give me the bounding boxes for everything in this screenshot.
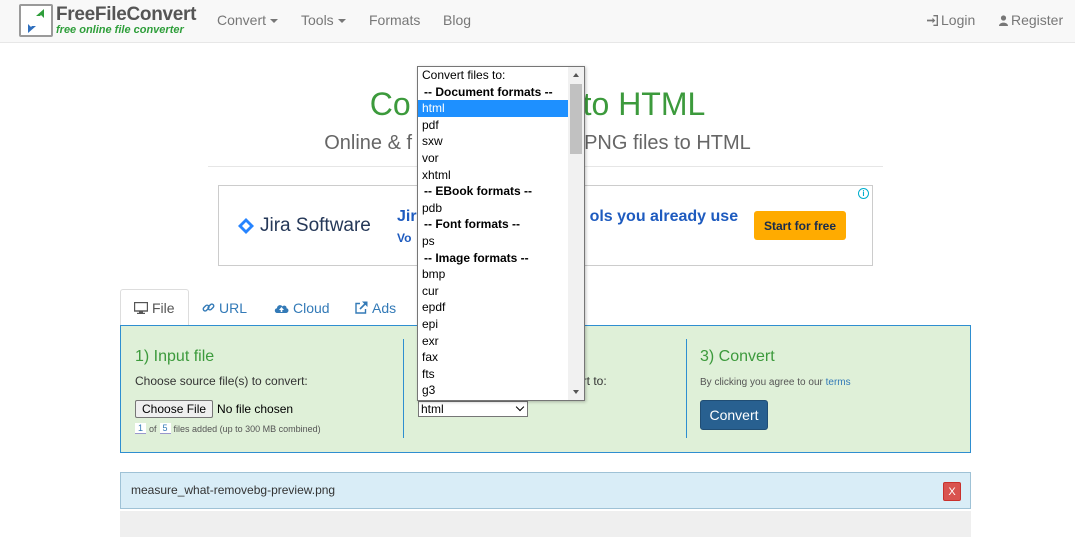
chevron-down-icon [515, 402, 525, 412]
tab-url-label: URL [219, 299, 248, 316]
brand-tagline: free online file converter [56, 24, 184, 36]
file-count-max: 5 [159, 423, 171, 434]
step1-title: 1) Input file [135, 348, 215, 365]
terms-prefix: By clicking you agree to our [700, 377, 823, 388]
no-file-chosen-text: No file chosen [217, 402, 294, 416]
terms-link[interactable]: terms [826, 377, 851, 388]
format-option[interactable]: xhtml [418, 167, 568, 184]
format-option[interactable]: html [418, 100, 568, 117]
external-link-icon [355, 301, 368, 314]
ad-info-icon[interactable]: i [858, 188, 869, 199]
uploaded-file-row: measure_what-removebg-preview.png X [120, 472, 971, 509]
step-divider [403, 339, 404, 438]
format-option[interactable]: bmp [418, 266, 568, 283]
output-format-value: html [421, 402, 444, 416]
format-option[interactable]: vor [418, 150, 568, 167]
format-option[interactable]: fax [418, 349, 568, 366]
ad-headline-left: Jir [397, 208, 417, 225]
nav-convert-dropdown[interactable]: Convert [217, 12, 279, 28]
page-subtitle-left: Online & f [324, 132, 413, 154]
output-format-select[interactable]: html [418, 401, 528, 417]
format-option[interactable]: epi [418, 316, 568, 333]
logo-mark-icon [19, 4, 53, 37]
tab-cloud-label: Cloud [293, 299, 330, 316]
tab-url[interactable]: URL [202, 289, 247, 326]
cloud-upload-icon [274, 304, 289, 313]
site-logo[interactable]: FreeFileConvert free online file convert… [19, 4, 196, 37]
format-group-label: -- Document formats -- [424, 84, 553, 99]
register-link[interactable]: Register [999, 12, 1063, 28]
format-options: Convert files to: -- Document formats -- h… [418, 67, 568, 399]
format-option[interactable]: ps [418, 233, 568, 250]
page-title-left: Co [369, 86, 411, 122]
convert-button[interactable]: Convert [700, 400, 768, 430]
nav-formats-link[interactable]: Formats [369, 12, 420, 28]
ad-headline-right: ols you already use [589, 208, 739, 225]
file-count-suffix: files added (up to 300 MB combined) [173, 423, 321, 434]
monitor-icon [134, 302, 148, 314]
format-option[interactable]: pdf [418, 117, 568, 134]
nav-blog-link[interactable]: Blog [443, 12, 471, 28]
format-option[interactable]: fts [418, 366, 568, 383]
login-link[interactable]: Login [927, 12, 975, 28]
nav-convert-label: Convert [217, 12, 267, 28]
step1-instruction: Choose source file(s) to convert: [135, 374, 308, 388]
format-list-header: Convert files to: [422, 68, 506, 82]
link-icon [202, 303, 215, 312]
ad-brand: Jira Software [238, 215, 371, 237]
choose-file-button[interactable]: Choose File [135, 400, 214, 418]
tab-file-label: File [152, 300, 175, 316]
terms-notice: By clicking you agree to our terms [700, 377, 851, 388]
step-divider [686, 339, 687, 438]
format-option[interactable]: cur [418, 283, 568, 300]
tab-cloud[interactable]: Cloud [274, 289, 330, 326]
caret-down-icon [270, 19, 279, 24]
jira-logo-icon [238, 218, 254, 234]
remove-file-button[interactable]: X [943, 482, 961, 501]
format-dropdown-list[interactable]: Convert files to: -- Document formats -- h… [417, 66, 585, 401]
scroll-up-arrow-icon[interactable] [573, 73, 579, 77]
ad-brand-name: Jira Software [260, 215, 371, 236]
register-label: Register [1011, 12, 1064, 28]
scrollbar-thumb[interactable] [570, 84, 582, 154]
login-label: Login [941, 12, 976, 28]
tab-file[interactable]: File [120, 289, 189, 326]
file-count-of: of [149, 423, 157, 434]
tab-ads[interactable]: Ads [355, 289, 396, 326]
progress-area [120, 511, 971, 537]
format-option[interactable]: g3 [418, 382, 568, 399]
tab-ads-label: Ads [372, 299, 397, 316]
format-group-label: -- Image formats -- [424, 250, 529, 265]
nav-tools-label: Tools [301, 12, 334, 28]
format-group-label: -- EBook formats -- [424, 184, 532, 199]
format-option[interactable]: pdb [418, 200, 568, 217]
file-count: 1 of 5 files added (up to 300 MB combine… [135, 423, 321, 434]
user-icon [999, 14, 1008, 26]
dropdown-scrollbar[interactable] [568, 67, 584, 400]
format-option[interactable]: epdf [418, 299, 568, 316]
scroll-down-arrow-icon[interactable] [573, 390, 579, 394]
page-title-right: to HTML [582, 86, 706, 122]
page-subtitle-right: PNG files to HTML [584, 132, 751, 154]
format-option[interactable]: exr [418, 333, 568, 350]
caret-down-icon [337, 19, 346, 24]
nav-tools-dropdown[interactable]: Tools [301, 12, 346, 28]
file-count-current: 1 [135, 423, 147, 434]
ad-subline: Vo [397, 231, 412, 245]
step3-title: 3) Convert [700, 348, 775, 365]
ad-cta-button[interactable]: Start for free [754, 211, 846, 240]
format-option[interactable]: sxw [418, 133, 568, 150]
sign-in-icon [927, 14, 938, 26]
file-input[interactable]: Choose File No file chosen [135, 400, 293, 418]
format-group-label: -- Font formats -- [424, 217, 520, 232]
uploaded-file-name: measure_what-removebg-preview.png [131, 483, 336, 497]
brand-name: FreeFileConvert [56, 4, 197, 25]
top-navbar: FreeFileConvert free online file convert… [0, 0, 1075, 43]
